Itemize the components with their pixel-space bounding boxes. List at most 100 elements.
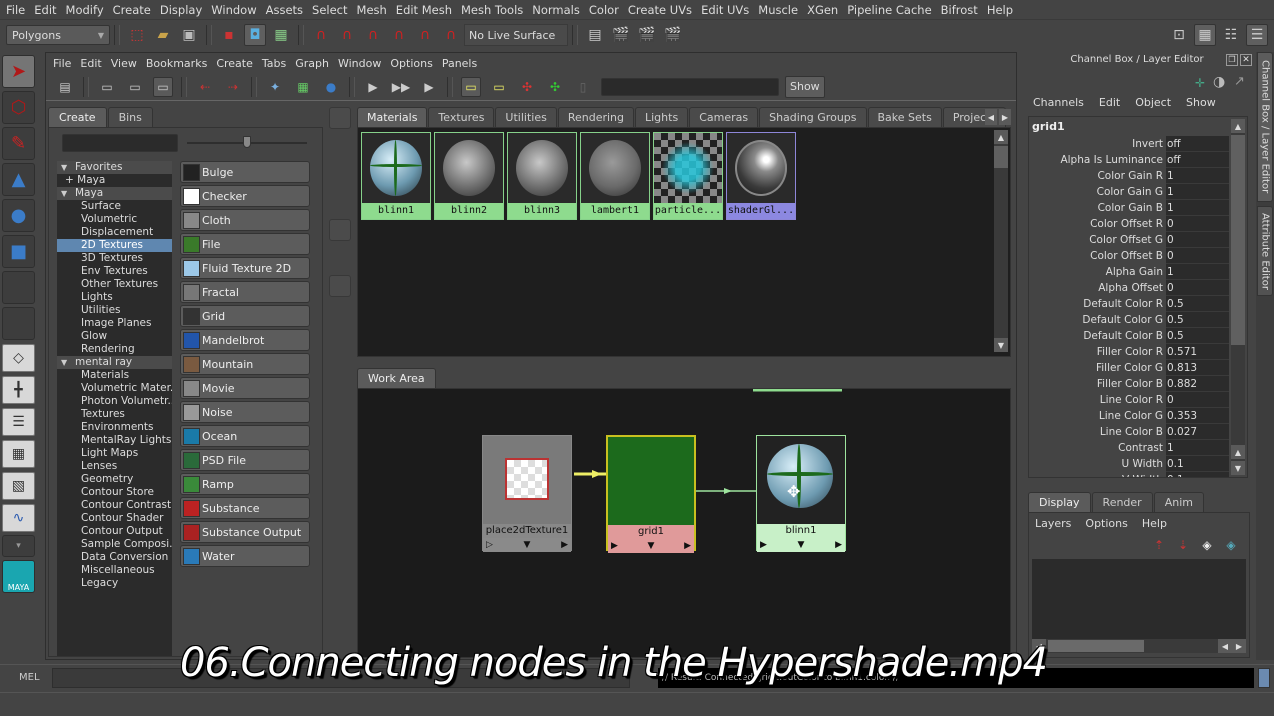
channel-value-field[interactable]: 0.027 [1166, 424, 1229, 440]
scroll-left-button[interactable]: ◀ [1218, 639, 1232, 653]
channel-name[interactable]: Alpha Offset [1029, 280, 1166, 296]
create-node-substance[interactable]: Substance [180, 497, 310, 519]
channel-name[interactable]: Line Color G [1029, 408, 1166, 424]
create-node-mountain[interactable]: Mountain [180, 353, 310, 375]
toggle-panel-icon[interactable]: ▤ [55, 77, 75, 97]
hypershade-search-input[interactable] [601, 77, 779, 96]
channel-value-field[interactable]: 1 [1166, 168, 1229, 184]
create-node-water[interactable]: Water [180, 545, 310, 567]
le-menu-help[interactable]: Help [1142, 517, 1167, 530]
scale-tool-icon[interactable]: ■ [2, 235, 35, 268]
attribute-editor-icon[interactable]: ▦ [1194, 24, 1216, 46]
move-layer-up-icon[interactable]: ⇡ [1149, 537, 1169, 553]
make-live-icon[interactable]: ∩ [440, 24, 462, 46]
save-scene-icon[interactable]: ▣ [178, 24, 200, 46]
side-tool-icon[interactable] [329, 191, 351, 213]
icon-size-slider[interactable] [187, 136, 307, 148]
scroll-left-button[interactable]: ◀ [1032, 639, 1046, 653]
show-top-bottom-tabs-icon[interactable]: ▭ [153, 76, 173, 97]
menu-xgen[interactable]: XGen [805, 3, 845, 17]
side-tool-icon[interactable] [329, 219, 351, 241]
rotate-tool-icon[interactable]: ● [2, 199, 35, 232]
tree-item-volumetric-mater[interactable]: Volumetric Mater... [57, 382, 172, 395]
create-node-psd-file[interactable]: PSD File [180, 449, 310, 471]
graph-layout-icon[interactable]: ▯ [573, 77, 593, 97]
render-settings-icon[interactable]: 🎬 [662, 24, 684, 46]
expand-plus-icon[interactable]: + [65, 174, 77, 186]
menu-modify[interactable]: Modify [64, 3, 111, 17]
last-tool-slot[interactable] [2, 271, 35, 304]
arrow-icon[interactable]: ↗ [1234, 74, 1245, 89]
tree-item-legacy[interactable]: Legacy [57, 577, 172, 590]
snap-point-icon[interactable]: ∩ [362, 24, 384, 46]
hs-menu-edit[interactable]: Edit [78, 57, 108, 70]
select-by-component-icon[interactable]: ▦ [270, 24, 292, 46]
work-node-blinn[interactable]: ✥ blinn1 ▶ ▼ ▶ [756, 435, 846, 552]
channel-value-field[interactable]: 0.813 [1166, 360, 1229, 376]
channel-value-field[interactable]: 0 [1166, 248, 1229, 264]
tab-materials[interactable]: Materials [357, 107, 428, 127]
browser-scrollbar[interactable]: ▲ ▼ [994, 130, 1008, 352]
create-node-substance-output[interactable]: Substance Output [180, 521, 310, 543]
tab-anim[interactable]: Anim [1153, 492, 1204, 512]
show-output-icon[interactable]: ▶ [419, 77, 439, 97]
menu-file[interactable]: File [4, 3, 32, 17]
node-ports[interactable]: ▶ ▼ ▶ [757, 538, 845, 552]
cb-menu-show[interactable]: Show [1186, 96, 1216, 109]
new-scene-icon[interactable]: ⬚ [126, 24, 148, 46]
tree-item-other-textures[interactable]: Other Textures [57, 278, 172, 291]
tab-create[interactable]: Create [48, 107, 107, 127]
channel-value-field[interactable]: off [1166, 152, 1229, 168]
create-node-fluid-texture-2d[interactable]: Fluid Texture 2D [180, 257, 310, 279]
scroll-up-button[interactable]: ▲ [994, 130, 1008, 144]
side-tool-icon[interactable] [329, 163, 351, 185]
channel-name[interactable]: Color Gain R [1029, 168, 1166, 184]
hs-menu-file[interactable]: File [51, 57, 78, 70]
create-node-noise[interactable]: Noise [180, 401, 310, 423]
new-layer-selected-icon[interactable]: ◈ [1221, 537, 1241, 553]
hs-menu-bookmarks[interactable]: Bookmarks [144, 57, 214, 70]
cb-menu-channels[interactable]: Channels [1033, 96, 1084, 109]
snap-grid-icon[interactable]: ∩ [310, 24, 332, 46]
create-filter-input[interactable] [62, 134, 178, 152]
material-swatch-blinn3[interactable]: blinn3 [507, 132, 577, 220]
tree-item-mentalray-lights[interactable]: MentalRay Lights [57, 434, 172, 447]
side-tool-icon[interactable] [329, 135, 351, 157]
channel-value-field[interactable]: off [1166, 136, 1229, 152]
hs-menu-graph[interactable]: Graph [293, 57, 336, 70]
tree-item-lenses[interactable]: Lenses [57, 460, 172, 473]
node-ports[interactable]: ▶ ▼ ▶ [608, 539, 694, 553]
create-node-ramp[interactable]: Ramp [180, 473, 310, 495]
hs-menu-panels[interactable]: Panels [440, 57, 484, 70]
tree-item-data-conversion[interactable]: Data Conversion [57, 551, 172, 564]
menu-create-uvs[interactable]: Create UVs [626, 3, 699, 17]
channel-name[interactable]: V Width [1029, 472, 1166, 477]
work-node-place2dtexture[interactable]: place2dTexture1 ▷ ▼ ▶ [482, 435, 572, 552]
create-node-fractal[interactable]: Fractal [180, 281, 310, 303]
tab-scroll-right-button[interactable]: ▶ [999, 109, 1011, 125]
channel-name[interactable]: Filler Color R [1029, 344, 1166, 360]
graph-input-connections-icon[interactable]: ⇠ [195, 77, 215, 97]
tree-item-image-planes[interactable]: Image Planes [57, 317, 172, 330]
hypershade-persp-layout-icon[interactable]: ▧ [2, 472, 35, 500]
channel-scrollbar[interactable]: ▲ ▲ ▼ [1231, 119, 1245, 475]
tab-lights[interactable]: Lights [635, 107, 689, 127]
scroll-thumb[interactable] [1231, 135, 1245, 345]
menu-pipeline-cache[interactable]: Pipeline Cache [845, 3, 938, 17]
show-input-output-icon[interactable]: ▶▶ [391, 77, 411, 97]
channel-name[interactable]: Color Gain B [1029, 200, 1166, 216]
channel-value-field[interactable]: 0 [1166, 232, 1229, 248]
tree-item-sample-composi[interactable]: Sample Composi... [57, 538, 172, 551]
channel-name[interactable]: Default Color R [1029, 296, 1166, 312]
tab-cameras[interactable]: Cameras [689, 107, 759, 127]
tree-item-maya[interactable]: + Maya [57, 174, 172, 187]
expand-triangle-icon[interactable]: ▼ [61, 187, 75, 200]
layer-scrollbar[interactable]: ◀ ◀ ▶ [1032, 639, 1246, 653]
move-tool-icon[interactable]: ▲ [2, 163, 35, 196]
hs-menu-view[interactable]: View [109, 57, 144, 70]
channel-value-field[interactable]: 1 [1166, 200, 1229, 216]
four-view-layout-icon[interactable]: ╋ [2, 376, 35, 404]
tree-item-contour-contrast[interactable]: Contour Contrast [57, 499, 172, 512]
graph-persp-layout-icon[interactable]: ▦ [2, 440, 35, 468]
scroll-right-button[interactable]: ▶ [1232, 639, 1246, 653]
